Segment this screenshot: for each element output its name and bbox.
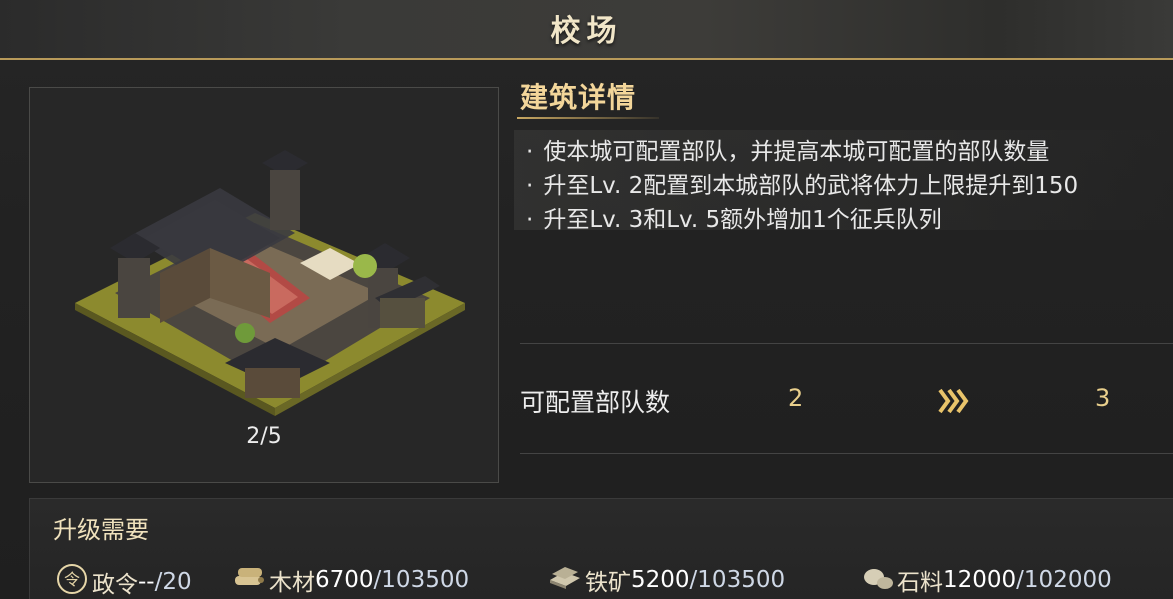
decree-seal-icon: 令 (55, 562, 89, 599)
resource-name: 铁矿 (585, 570, 631, 596)
building-description-list: · 使本城可配置部队，并提高本城可配置的部队数量 · 升至Lv. 2配置到本城部队的… (514, 130, 1173, 230)
resource-amount: 5200 (631, 567, 690, 593)
upgrade-requirements-title: 升级需要 (53, 516, 149, 544)
svg-text:令: 令 (64, 570, 80, 589)
wood-logs-icon (232, 562, 266, 598)
description-text: 使本城可配置部队，并提高本城可配置的部队数量 (543, 139, 1050, 165)
bullet-icon: · (526, 173, 534, 199)
description-text: 升至Lv. 2配置到本城部队的武将体力上限提升到150 (543, 173, 1079, 199)
bullet-icon: · (526, 139, 534, 165)
resource-required: 20 (162, 569, 192, 595)
resource-name: 政令 (92, 572, 138, 598)
stat-current-value: 2 (788, 384, 804, 412)
resource-requirement-iron: 铁矿5200/103500 (548, 562, 785, 598)
divider (520, 453, 1173, 454)
resource-requirement-stone: 石料12000/102000 (862, 562, 1112, 598)
building-detail-screen: 校场 2/5 建筑详情 · 使本城可配置部队，并提高本城可配置的部队数量 · 升… (0, 0, 1173, 599)
divider (520, 343, 1173, 344)
resource-amount: 6700 (315, 567, 374, 593)
resource-required: 103500 (697, 567, 786, 593)
resource-required: 103500 (381, 567, 470, 593)
section-title-underline (517, 117, 659, 119)
resource-amount: 12000 (943, 567, 1017, 593)
details-section-title: 建筑详情 (520, 81, 637, 114)
description-text: 升至Lv. 3和Lv. 5额外增加1个征兵队列 (543, 207, 942, 230)
description-line: · 使本城可配置部队，并提高本城可配置的部队数量 (526, 132, 1049, 166)
bullet-icon: · (526, 207, 534, 230)
title-bar: 校场 (0, 0, 1173, 60)
description-line: · 升至Lv. 3和Lv. 5额外增加1个征兵队列 (526, 200, 942, 230)
stat-label: 可配置部队数 (520, 388, 671, 417)
resource-separator: / (1016, 567, 1024, 593)
iron-ingots-icon (548, 562, 582, 598)
description-line: · 升至Lv. 2配置到本城部队的武将体力上限提升到150 (526, 166, 1078, 200)
window-title: 校场 (550, 14, 623, 49)
stone-icon (862, 562, 894, 598)
resource-name: 木材 (269, 570, 315, 596)
resource-amount: -- (138, 569, 155, 595)
stat-next-value: 3 (1095, 384, 1111, 412)
building-level-indicator: 2/5 (246, 424, 282, 449)
resource-requirement-wood: 木材6700/103500 (232, 562, 469, 598)
triple-chevron-right-icon (938, 387, 970, 419)
resource-name: 石料 (897, 570, 943, 596)
resource-required: 102000 (1023, 567, 1112, 593)
building-preview-panel: 2/5 (29, 87, 499, 483)
resource-requirement-decree: 令 政令--/20 (55, 562, 192, 598)
